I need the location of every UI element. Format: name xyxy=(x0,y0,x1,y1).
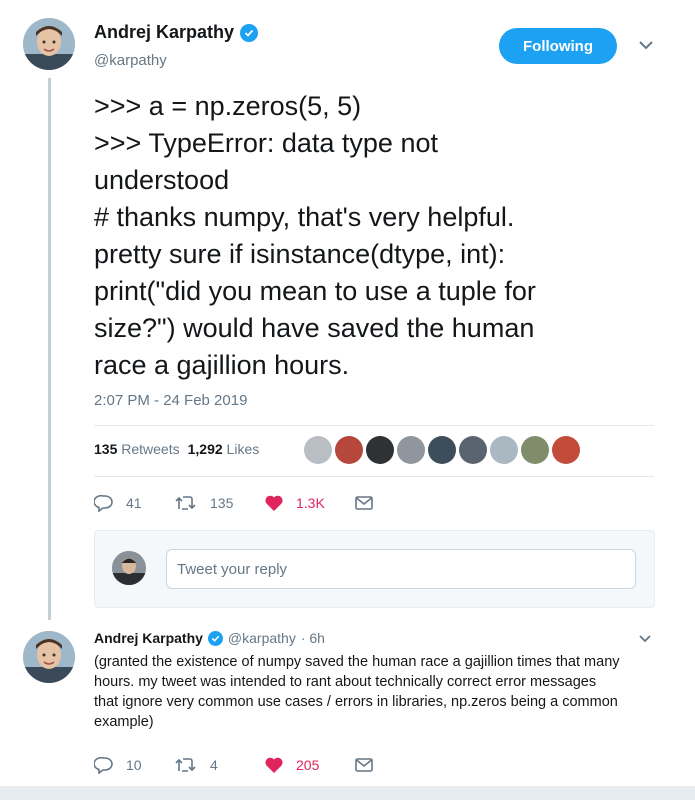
retweets-count: 135 xyxy=(94,441,118,457)
reply-author-name[interactable]: Andrej Karpathy xyxy=(94,630,203,646)
retweet-icon xyxy=(175,758,196,772)
author-handle[interactable]: @karpathy xyxy=(94,52,167,69)
envelope-icon xyxy=(355,496,373,510)
liker-avatar[interactable] xyxy=(397,436,425,464)
reply-actions: 10 4 205 xyxy=(94,756,374,774)
bottom-divider xyxy=(0,786,695,800)
retweets-stat[interactable]: 135 Retweets xyxy=(94,441,180,457)
tweet-text-line: size?") would have saved the human xyxy=(94,313,535,343)
message-action[interactable] xyxy=(354,495,374,511)
reply-header: Andrej Karpathy @karpathy · 6h xyxy=(94,630,325,646)
liker-avatar[interactable] xyxy=(490,436,518,464)
retweet-action[interactable]: 4 xyxy=(174,756,264,774)
tweet-text-line: race a gajillion hours. xyxy=(94,350,350,380)
reply-author-handle[interactable]: @karpathy xyxy=(228,630,296,646)
likes-stat[interactable]: 1,292 Likes xyxy=(188,441,260,457)
liker-avatar[interactable] xyxy=(428,436,456,464)
retweets-label: Retweets xyxy=(121,441,180,457)
thread-line xyxy=(48,78,51,620)
tweet-text-line: print("did you mean to use a tuple for xyxy=(94,276,536,306)
heart-icon xyxy=(265,495,283,511)
like-count: 1.3K xyxy=(296,495,325,511)
reply-icon xyxy=(94,494,113,512)
reply-count: 10 xyxy=(126,757,142,773)
tweet-text-line: >>> TypeError: data type not xyxy=(94,128,438,158)
tweet-text-line: >>> a = np.zeros(5, 5) xyxy=(94,91,362,121)
reply-count: 41 xyxy=(126,495,142,511)
divider xyxy=(94,476,654,477)
envelope-icon xyxy=(355,758,373,772)
like-action[interactable]: 1.3K xyxy=(264,494,354,512)
like-count: 205 xyxy=(296,757,320,773)
tweet-text-line: understood xyxy=(94,165,230,195)
divider xyxy=(94,425,654,426)
reply-action[interactable]: 10 xyxy=(94,756,174,774)
avatar[interactable] xyxy=(23,18,75,70)
verified-icon xyxy=(240,23,259,42)
chevron-down-icon[interactable] xyxy=(637,633,653,645)
author-name[interactable]: Andrej Karpathy xyxy=(94,22,259,43)
avatar[interactable] xyxy=(23,631,75,683)
reply-text-line: example) xyxy=(94,714,154,730)
reply-text-line: hours. my tweet was intended to rant abo… xyxy=(94,674,597,690)
reply-text-line: that ignore very common use cases / erro… xyxy=(94,694,618,710)
retweet-icon xyxy=(175,496,196,510)
liker-avatar[interactable] xyxy=(459,436,487,464)
reply-icon xyxy=(94,756,113,774)
likes-count: 1,292 xyxy=(187,441,223,457)
liker-avatar[interactable] xyxy=(552,436,580,464)
tweet-text: >>> a = np.zeros(5, 5) >>> TypeError: da… xyxy=(94,88,654,384)
author-name-text[interactable]: Andrej Karpathy xyxy=(94,22,234,43)
chevron-down-icon[interactable] xyxy=(637,38,655,52)
verified-icon xyxy=(207,630,223,646)
liker-avatar[interactable] xyxy=(335,436,363,464)
reply-input[interactable]: Tweet your reply xyxy=(166,549,636,589)
tweet-text-line: pretty sure if isinstance(dtype, int): xyxy=(94,239,506,269)
reply-time[interactable]: · 6h xyxy=(301,630,325,646)
heart-icon xyxy=(265,757,283,773)
likers-avatars xyxy=(304,436,580,464)
liker-avatar[interactable] xyxy=(521,436,549,464)
tweet-timestamp[interactable]: 2:07 PM - 24 Feb 2019 xyxy=(94,392,247,409)
avatar xyxy=(112,551,146,585)
reply-action[interactable]: 41 xyxy=(94,494,174,512)
reply-text-line: (granted the existence of numpy saved th… xyxy=(94,654,620,670)
likes-label: Likes xyxy=(226,441,260,457)
retweet-count: 4 xyxy=(210,757,218,773)
engagement-stats: 135 Retweets 1,292 Likes xyxy=(94,441,259,457)
tweet-actions: 41 135 1.3K xyxy=(94,494,374,512)
reply-text: (granted the existence of numpy saved th… xyxy=(94,652,664,732)
message-action[interactable] xyxy=(354,757,374,773)
like-action[interactable]: 205 xyxy=(264,756,354,774)
retweet-action[interactable]: 135 xyxy=(174,494,264,512)
liker-avatar[interactable] xyxy=(304,436,332,464)
retweet-count: 135 xyxy=(210,495,234,511)
liker-avatar[interactable] xyxy=(366,436,394,464)
following-button[interactable]: Following xyxy=(499,28,617,64)
tweet-text-line: # thanks numpy, that's very helpful. xyxy=(94,202,515,232)
